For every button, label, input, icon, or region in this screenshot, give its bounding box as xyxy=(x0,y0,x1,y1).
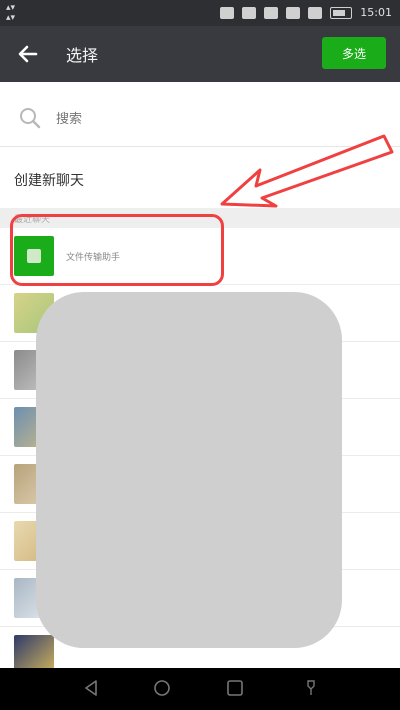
back-arrow-icon[interactable] xyxy=(14,40,42,68)
create-new-chat-label: 创建新聊天 xyxy=(14,173,84,189)
status-time: 15:01 xyxy=(360,6,392,19)
search-icon xyxy=(20,108,41,129)
signal-icon xyxy=(286,6,301,19)
status-icons: 15:01 xyxy=(220,6,392,19)
sim-icon xyxy=(220,6,235,19)
nav-recent-apps-icon[interactable] xyxy=(226,679,244,697)
nav-back-icon[interactable] xyxy=(84,680,98,696)
privacy-blur-overlay xyxy=(36,292,342,648)
signal-icon-2 xyxy=(308,6,323,19)
wifi-icon xyxy=(264,6,279,19)
multi-select-button[interactable]: 多选 xyxy=(322,37,386,69)
annotation-arrow-icon xyxy=(220,134,394,208)
battery-icon xyxy=(330,6,353,19)
network-speed: ▴▾ ▴▾ xyxy=(6,3,16,23)
alarm-icon xyxy=(242,6,257,19)
status-bar: ▴▾ ▴▾ 15:01 xyxy=(0,0,400,26)
highlight-annotation-box xyxy=(10,214,224,286)
page-title: 选择 xyxy=(66,46,99,65)
android-nav-bar xyxy=(0,668,400,710)
title-bar: 选择 多选 xyxy=(0,26,400,82)
nav-menu-icon[interactable] xyxy=(304,679,318,697)
nav-home-icon[interactable] xyxy=(153,679,171,697)
